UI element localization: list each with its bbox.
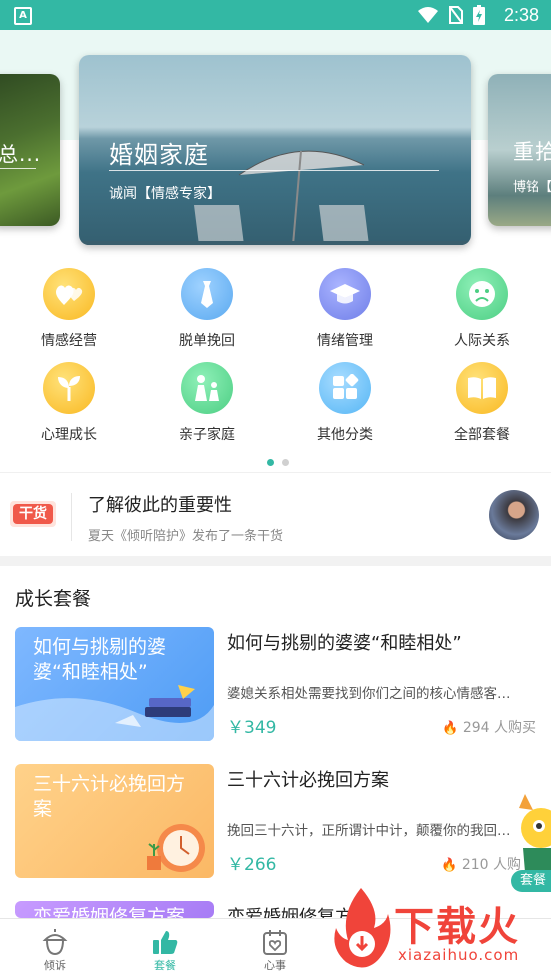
author-avatar[interactable] [489, 490, 539, 540]
status-icons [417, 5, 485, 25]
package-cover: 如何与挑剔的婆婆“和睦相处” [15, 627, 214, 741]
blocks-icon [319, 362, 371, 414]
graduation-cap-icon [319, 268, 371, 320]
category-label: 心理成长 [41, 427, 97, 443]
hearts-icon [43, 268, 95, 320]
category-label: 情绪管理 [317, 333, 373, 349]
family-icon [181, 362, 233, 414]
package-sold: 🔥 294 人购买 [442, 720, 536, 736]
news-ticker[interactable]: 干货 了解彼此的重要性 夏天《倾听陪护》发布了一条干货 [0, 472, 551, 555]
package-cover: 恋爱婚姻修复方案 [15, 901, 214, 918]
package-description: 挽回三十六计，正所谓计中计，颠覆你的我回… [227, 823, 511, 839]
battery-charging-icon [473, 5, 485, 25]
tab-label: 心事 [264, 959, 286, 972]
banner-title: 重拾 [513, 140, 551, 164]
news-tag-badge: 干货 [10, 501, 56, 527]
banner-divider [109, 170, 439, 171]
category-emotion[interactable]: 情感经营 [9, 268, 129, 350]
category-family[interactable]: 亲子家庭 [147, 362, 267, 444]
app-notification-icon: A [14, 7, 32, 25]
divider [71, 493, 72, 541]
category-other[interactable]: 其他分类 [285, 362, 405, 444]
clock: 2:38 [503, 5, 539, 25]
tab-xinshi[interactable]: 心事 [235, 927, 315, 973]
banner-next[interactable]: 重拾 博铭【 [488, 74, 551, 226]
banner-subtitle: 诚闻【情感专家】 [109, 186, 221, 202]
no-sim-icon [449, 6, 463, 24]
tab-label: 套餐 [154, 959, 176, 972]
calendar-heart-icon [235, 927, 315, 957]
floating-package-button[interactable]: 套餐 [511, 792, 551, 894]
banner-divider [0, 168, 36, 169]
watermark: 下载火 xiazaihuo.com [326, 880, 551, 979]
flame-logo-icon [334, 888, 391, 968]
page-dot-active [267, 459, 274, 466]
news-title: 了解彼此的重要性 [88, 495, 232, 516]
package-price: ￥349 [227, 718, 277, 738]
category-label: 全部套餐 [454, 427, 510, 443]
package-sold: 🔥 210 人购 [441, 857, 521, 873]
category-dating[interactable]: 脱单挽回 [147, 268, 267, 350]
package-cover-text: 恋爱婚姻修复方案 [33, 906, 186, 918]
page-dot [282, 459, 289, 466]
tab-qingsu[interactable]: 倾诉 [15, 927, 95, 973]
sprout-icon [43, 362, 95, 414]
category-mood[interactable]: 情绪管理 [285, 268, 405, 350]
category-label: 人际关系 [454, 333, 510, 349]
package-title: 三十六计必挽回方案 [227, 770, 389, 791]
watermark-url: xiazaihuo.com [398, 946, 520, 964]
banner-title: 总... [0, 142, 42, 166]
tab-label: 倾诉 [44, 959, 66, 972]
banner-title: 婚姻家庭 [109, 141, 209, 169]
page-indicator [267, 459, 289, 466]
flame-icon: 🔥 [442, 721, 459, 736]
flame-icon: 🔥 [441, 858, 458, 873]
banner-prev[interactable]: 总... [0, 74, 60, 226]
banner-current[interactable]: 婚姻家庭 诚闻【情感专家】 [79, 55, 471, 245]
category-label: 脱单挽回 [179, 333, 235, 349]
package-title: 如何与挑剔的婆婆“和睦相处” [227, 633, 462, 654]
package-cover-text: 如何与挑剔的婆婆“和睦相处” [33, 636, 167, 683]
package-cover: 三十六计必挽回方案 [15, 764, 214, 878]
mascot-icon [519, 794, 551, 872]
wifi-icon [418, 7, 438, 23]
thumbs-up-icon [125, 927, 205, 957]
category-label: 其他分类 [317, 427, 373, 443]
status-bar: A 2:38 [0, 0, 551, 30]
banner-subtitle: 博铭【 [513, 180, 551, 195]
package-price: ￥266 [227, 855, 277, 875]
tie-icon [181, 268, 233, 320]
category-label: 亲子家庭 [179, 427, 235, 443]
package-description: 婆媳关系相处需要找到你们之间的核心情感客… [227, 686, 511, 702]
category-all[interactable]: 全部套餐 [422, 362, 542, 444]
section-separator [0, 556, 551, 566]
sad-face-icon [456, 268, 508, 320]
section-title: 成长套餐 [15, 588, 92, 610]
category-growth[interactable]: 心理成长 [9, 362, 129, 444]
acorn-icon [15, 927, 95, 957]
book-icon [456, 362, 508, 414]
category-label: 情感经营 [41, 333, 97, 349]
package-cover-text: 三十六计必挽回方案 [33, 773, 186, 820]
category-social[interactable]: 人际关系 [422, 268, 542, 350]
tab-taocan[interactable]: 套餐 [125, 927, 205, 973]
watermark-brand: 下载火 [394, 904, 520, 950]
news-description: 夏天《倾听陪护》发布了一条干货 [88, 529, 284, 544]
